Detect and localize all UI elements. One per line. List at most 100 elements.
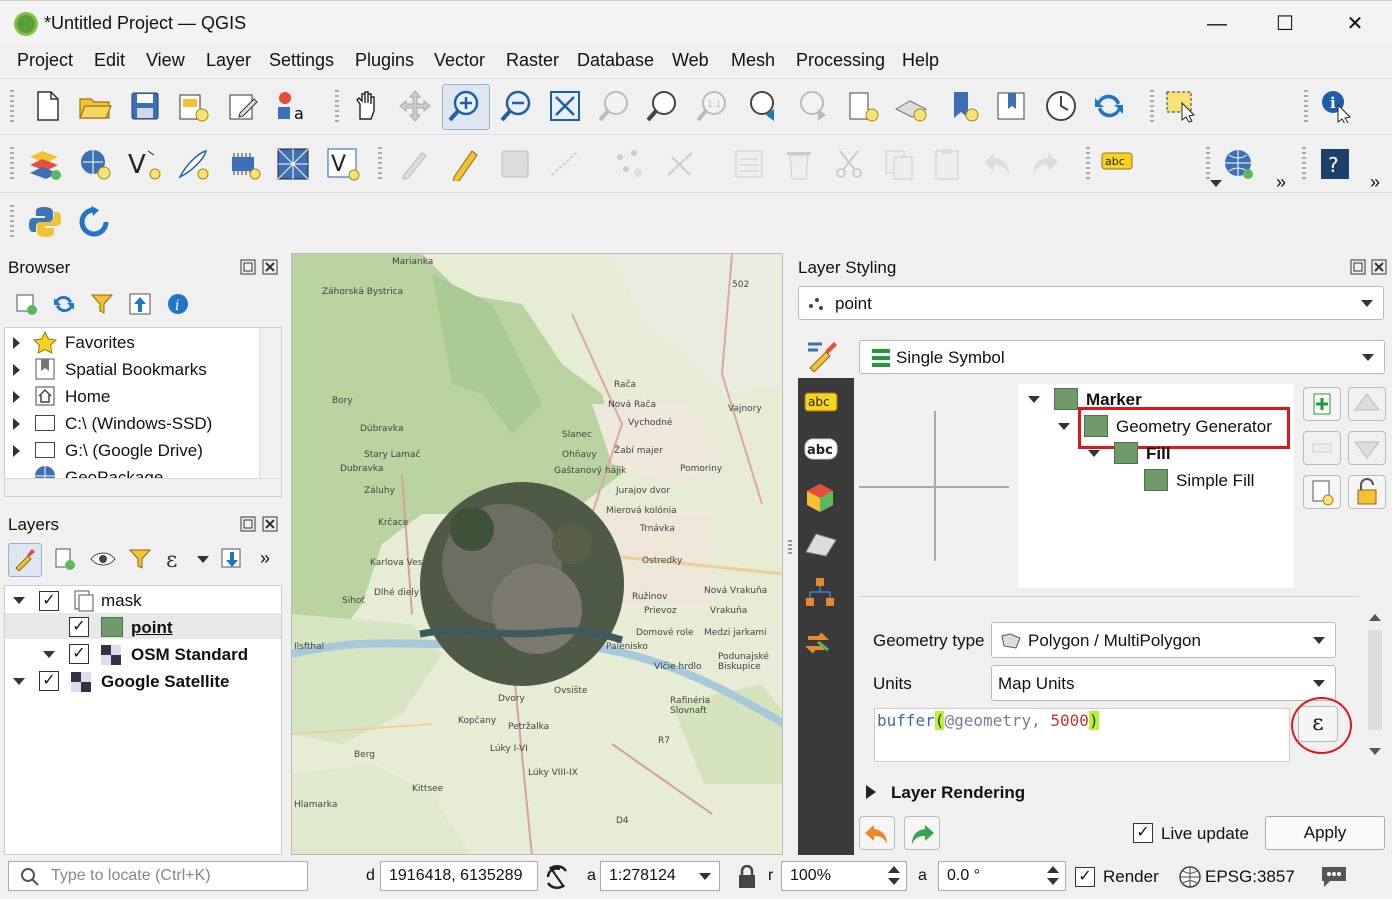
- browser-vscrollbar[interactable]: [259, 328, 281, 478]
- plugin-reloader-icon[interactable]: [78, 205, 112, 239]
- crs-label[interactable]: EPSG:3857: [1205, 867, 1295, 887]
- apply-button[interactable]: Apply: [1265, 816, 1385, 850]
- menu-help[interactable]: Help: [902, 50, 939, 71]
- select-features-icon[interactable]: [1164, 89, 1198, 123]
- layer-rendering-label[interactable]: Layer Rendering: [891, 783, 1025, 803]
- pan-map-icon[interactable]: [350, 89, 384, 123]
- digitize-tool-icon[interactable]: [664, 147, 698, 181]
- menu-vector[interactable]: Vector: [434, 50, 485, 71]
- menu-mesh[interactable]: Mesh: [731, 50, 775, 71]
- locate-search-input[interactable]: Type to locate (Ctrl+K): [8, 861, 308, 891]
- open-project-icon[interactable]: [78, 89, 112, 123]
- browser-item-spatial-bookmarks[interactable]: Spatial Bookmarks: [65, 360, 207, 380]
- add-group-icon[interactable]: [52, 547, 76, 571]
- move-down-button[interactable]: [1348, 431, 1386, 465]
- messages-icon[interactable]: [1320, 863, 1348, 889]
- menu-layer[interactable]: Layer: [206, 50, 251, 71]
- rotation-spinbox[interactable]: 0.0 °: [938, 861, 1066, 891]
- styling-close-icon[interactable]: [1371, 259, 1387, 275]
- browser-item-g-drive[interactable]: G:\ (Google Drive): [65, 441, 203, 461]
- minimize-button[interactable]: —: [1194, 7, 1240, 41]
- zoom-to-layer-icon[interactable]: [646, 89, 680, 123]
- lock-scale-icon[interactable]: [737, 865, 757, 889]
- expand-all-icon[interactable]: [220, 547, 244, 571]
- zoom-out-icon[interactable]: [500, 89, 534, 123]
- pan-to-selection-icon[interactable]: [398, 89, 432, 123]
- crs-globe-icon[interactable]: [1178, 865, 1202, 889]
- add-wms-layer-icon[interactable]: [1222, 147, 1256, 181]
- close-button[interactable]: ✕: [1332, 7, 1378, 41]
- units-combo[interactable]: Map Units: [991, 665, 1336, 701]
- layer-google-satellite-checkbox[interactable]: ✓: [39, 671, 59, 691]
- save-project-icon[interactable]: [128, 89, 162, 123]
- layer-osm-checkbox[interactable]: ✓: [69, 644, 89, 664]
- help-contents-icon[interactable]: ?: [1318, 147, 1352, 181]
- menu-view[interactable]: View: [146, 50, 185, 71]
- cut-features-icon[interactable]: [832, 147, 866, 181]
- add-selected-layers-icon[interactable]: [14, 292, 38, 316]
- layer-point-checkbox[interactable]: ✓: [69, 617, 89, 637]
- tree-item-simple-fill[interactable]: Simple Fill: [1176, 471, 1254, 491]
- collapse-all-icon[interactable]: [128, 292, 152, 316]
- layer-item-osm-standard[interactable]: OSM Standard: [131, 645, 248, 665]
- menu-project[interactable]: Project: [17, 50, 73, 71]
- paste-features-icon[interactable]: [930, 147, 964, 181]
- add-line-feature-icon[interactable]: [548, 147, 582, 181]
- duplicate-symbol-layer-button[interactable]: [1303, 475, 1341, 509]
- toggle-editing-icon[interactable]: [448, 147, 482, 181]
- menu-settings[interactable]: Settings: [269, 50, 334, 71]
- layer-item-google-satellite[interactable]: Google Satellite: [101, 672, 229, 692]
- save-edits-icon[interactable]: [498, 147, 532, 181]
- browser-item-home[interactable]: Home: [65, 387, 110, 407]
- browser-item-c-drive[interactable]: C:\ (Windows-SSD): [65, 414, 212, 434]
- temporal-controller-icon[interactable]: [1044, 89, 1078, 123]
- copy-features-icon[interactable]: [882, 147, 916, 181]
- layer-rendering-expander[interactable]: [866, 785, 876, 799]
- layer-mask-checkbox[interactable]: ✓: [39, 591, 59, 611]
- layer-item-point[interactable]: point: [131, 618, 173, 638]
- history-tab-icon[interactable]: [804, 628, 836, 658]
- zoom-full-icon[interactable]: [548, 89, 582, 123]
- render-checkbox[interactable]: ✓: [1075, 867, 1095, 887]
- new-temporary-scratch-layer-icon[interactable]: [176, 147, 210, 181]
- 3d-view-tab-icon[interactable]: [804, 482, 836, 514]
- label-toolbar-icon[interactable]: abc: [1100, 147, 1134, 181]
- open-layer-styling-icon[interactable]: [13, 547, 37, 571]
- filter-expression-dropdown[interactable]: [197, 556, 209, 563]
- browser-properties-icon[interactable]: i: [166, 292, 190, 316]
- style-manager-icon[interactable]: a: [274, 89, 308, 123]
- filter-legend-icon[interactable]: [128, 547, 152, 571]
- move-up-button[interactable]: [1348, 387, 1386, 421]
- vertex-tool-icon[interactable]: [612, 147, 646, 181]
- renderer-combo[interactable]: Single Symbol: [859, 340, 1385, 374]
- new-print-layout-icon[interactable]: [176, 89, 210, 123]
- identify-features-icon[interactable]: i: [1320, 89, 1354, 123]
- browser-item-favorites[interactable]: Favorites: [65, 333, 135, 353]
- bookmarks-icon[interactable]: [994, 89, 1028, 123]
- styling-undo-button[interactable]: [859, 816, 895, 850]
- show-bookmarks-icon[interactable]: [894, 89, 928, 123]
- menu-raster[interactable]: Raster: [506, 50, 559, 71]
- menu-edit[interactable]: Edit: [94, 50, 125, 71]
- expression-editor[interactable]: buffer(@geometry, 5000): [874, 708, 1290, 762]
- new-virtual-layer-icon[interactable]: [228, 147, 262, 181]
- splitter-handle[interactable]: [788, 540, 792, 554]
- styling-float-icon[interactable]: [1350, 259, 1366, 275]
- styling-redo-button[interactable]: [904, 816, 940, 850]
- new-mesh-layer-icon[interactable]: [276, 147, 310, 181]
- new-project-icon[interactable]: [30, 89, 64, 123]
- layers-toolbar-overflow[interactable]: »: [260, 548, 270, 569]
- manage-visibility-icon[interactable]: [90, 547, 116, 571]
- add-symbol-layer-button[interactable]: [1303, 387, 1341, 421]
- delete-selected-icon[interactable]: [782, 147, 816, 181]
- new-bookmark-icon[interactable]: [846, 89, 880, 123]
- masks-tab-icon[interactable]: abc: [804, 436, 838, 462]
- styling-scrollbar[interactable]: [1365, 610, 1385, 762]
- browser-hscrollbar[interactable]: [5, 478, 281, 496]
- layout-manager-icon[interactable]: [226, 89, 260, 123]
- symbology-tab-icon[interactable]: [806, 338, 840, 372]
- menu-web[interactable]: Web: [672, 50, 709, 71]
- current-edits-icon[interactable]: [398, 147, 432, 181]
- scale-combo[interactable]: 1:278124: [600, 861, 720, 891]
- fields-tab-icon[interactable]: [804, 576, 836, 610]
